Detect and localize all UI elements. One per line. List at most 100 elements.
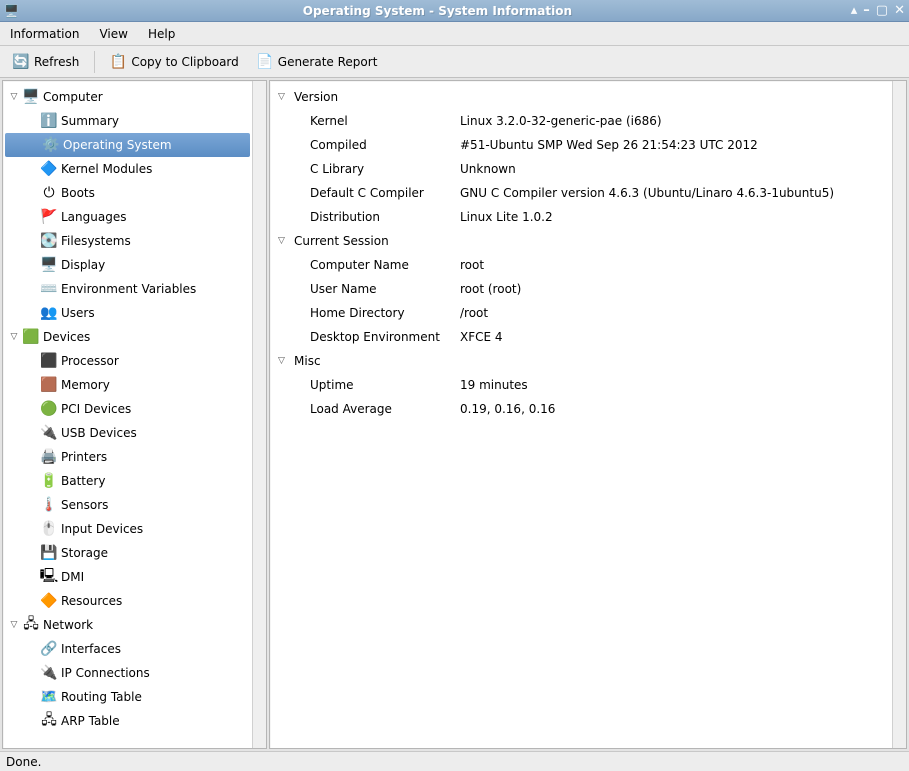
tree-dmi[interactable]: 🖳 DMI (3, 565, 252, 589)
tree-filesystems[interactable]: 💽 Filesystems (3, 229, 252, 253)
tree-languages[interactable]: 🚩 Languages (3, 205, 252, 229)
scrollbar[interactable] (252, 81, 266, 748)
tree-label: Kernel Modules (59, 162, 152, 176)
value: XFCE 4 (460, 330, 892, 344)
key: Computer Name (310, 258, 460, 272)
collapse-icon: ▽ (278, 356, 294, 366)
value: Linux Lite 1.0.2 (460, 210, 892, 224)
tree-label: USB Devices (59, 426, 137, 440)
window-titlebar: 🖥️ Operating System - System Information… (0, 0, 909, 22)
row-compiled[interactable]: Compiled #51-Ubuntu SMP Wed Sep 26 21:54… (270, 133, 892, 157)
app-icon: 🖥️ (4, 4, 24, 18)
minimize-button[interactable]: – (863, 4, 870, 17)
network-icon: 🖧 (21, 613, 41, 637)
tree-arp-table[interactable]: 🖧 ARP Table (3, 709, 252, 733)
printer-icon: 🖨️ (39, 449, 59, 465)
tree-ip-connections[interactable]: 🔌 IP Connections (3, 661, 252, 685)
battery-icon: 🔋 (39, 473, 59, 489)
tree-display[interactable]: 🖥️ Display (3, 253, 252, 277)
value: root (root) (460, 282, 892, 296)
tree-routing-table[interactable]: 🗺️ Routing Table (3, 685, 252, 709)
tree-label: Routing Table (59, 690, 142, 704)
value: #51-Ubuntu SMP Wed Sep 26 21:54:23 UTC 2… (460, 138, 892, 152)
tree-sensors[interactable]: 🌡️ Sensors (3, 493, 252, 517)
row-desktop-environment[interactable]: Desktop Environment XFCE 4 (270, 325, 892, 349)
navigation-tree[interactable]: ▽ 🖥️ Computer ℹ️ Summary ⚙️ Operating Sy… (3, 81, 252, 748)
row-computer-name[interactable]: Computer Name root (270, 253, 892, 277)
key: Home Directory (310, 306, 460, 320)
key: User Name (310, 282, 460, 296)
tree-usb-devices[interactable]: 🔌 USB Devices (3, 421, 252, 445)
menubar: Information View Help (0, 22, 909, 46)
info-icon: ℹ️ (39, 113, 59, 129)
value: Linux 3.2.0-32-generic-pae (i686) (460, 114, 892, 128)
tree-pci-devices[interactable]: 🟢 PCI Devices (3, 397, 252, 421)
refresh-button[interactable]: 🔄 Refresh (6, 50, 86, 74)
tree-processor[interactable]: ⬛ Processor (3, 349, 252, 373)
row-kernel[interactable]: Kernel Linux 3.2.0-32-generic-pae (i686) (270, 109, 892, 133)
content-area: ▽ 🖥️ Computer ℹ️ Summary ⚙️ Operating Sy… (0, 78, 909, 751)
usb-icon: 🔌 (39, 425, 59, 441)
row-clibrary[interactable]: C Library Unknown (270, 157, 892, 181)
disk-icon: 💽 (39, 233, 59, 249)
tree-interfaces[interactable]: 🔗 Interfaces (3, 637, 252, 661)
expander-icon: ▽ (7, 332, 21, 342)
clipboard-icon: 📋 (110, 54, 126, 70)
tree-network[interactable]: ▽ 🖧 Network (3, 613, 252, 637)
generate-report-button[interactable]: 📄 Generate Report (250, 50, 385, 74)
copy-button[interactable]: 📋 Copy to Clipboard (103, 50, 245, 74)
tree-printers[interactable]: 🖨️ Printers (3, 445, 252, 469)
row-user-name[interactable]: User Name root (root) (270, 277, 892, 301)
tree-input-devices[interactable]: 🖱️ Input Devices (3, 517, 252, 541)
tree-storage[interactable]: 💾 Storage (3, 541, 252, 565)
scrollbar[interactable] (892, 81, 906, 748)
row-uptime[interactable]: Uptime 19 minutes (270, 373, 892, 397)
tree-label: Users (59, 306, 95, 320)
thermometer-icon: 🌡️ (39, 497, 59, 513)
menu-view[interactable]: View (95, 25, 131, 43)
refresh-label: Refresh (34, 55, 79, 69)
menu-information[interactable]: Information (6, 25, 83, 43)
tree-label: DMI (59, 570, 84, 584)
key: Desktop Environment (310, 330, 460, 344)
value: 0.19, 0.16, 0.16 (460, 402, 892, 416)
interface-icon: 🔗 (39, 641, 59, 657)
tree-memory[interactable]: 🟫 Memory (3, 373, 252, 397)
close-button[interactable]: ✕ (894, 4, 905, 17)
cpu-icon: ⬛ (39, 353, 59, 369)
section-current-session[interactable]: ▽ Current Session (270, 229, 892, 253)
chip-icon: 🟩 (21, 329, 41, 345)
tree-operating-system[interactable]: ⚙️ Operating System (5, 133, 250, 157)
section-misc[interactable]: ▽ Misc (270, 349, 892, 373)
gear-icon: ⚙️ (41, 137, 61, 153)
tree-computer[interactable]: ▽ 🖥️ Computer (3, 85, 252, 109)
report-icon: 📄 (257, 54, 273, 70)
tree-environment-variables[interactable]: ⌨️ Environment Variables (3, 277, 252, 301)
menu-help[interactable]: Help (144, 25, 179, 43)
tree-label: Sensors (59, 498, 108, 512)
collapse-icon: ▽ (278, 92, 294, 102)
toolbar: 🔄 Refresh 📋 Copy to Clipboard 📄 Generate… (0, 46, 909, 78)
shade-button[interactable]: ▴ (851, 4, 858, 17)
tree-devices[interactable]: ▽ 🟩 Devices (3, 325, 252, 349)
tree-users[interactable]: 👥 Users (3, 301, 252, 325)
plug-icon: 🔌 (39, 665, 59, 681)
row-distribution[interactable]: Distribution Linux Lite 1.0.2 (270, 205, 892, 229)
statusbar: Done. (0, 751, 909, 771)
users-icon: 👥 (39, 305, 59, 321)
row-home-directory[interactable]: Home Directory /root (270, 301, 892, 325)
route-icon: 🗺️ (39, 689, 59, 705)
tree-kernel-modules[interactable]: 🔷 Kernel Modules (3, 157, 252, 181)
tree-label: Battery (59, 474, 105, 488)
expander-icon: ▽ (7, 620, 21, 630)
section-version[interactable]: ▽ Version (270, 85, 892, 109)
row-compiler[interactable]: Default C Compiler GNU C Compiler versio… (270, 181, 892, 205)
tree-boots[interactable]: ⏻ Boots (3, 181, 252, 205)
tree-resources[interactable]: 🔶 Resources (3, 589, 252, 613)
tree-summary[interactable]: ℹ️ Summary (3, 109, 252, 133)
row-load-average[interactable]: Load Average 0.19, 0.16, 0.16 (270, 397, 892, 421)
tree-battery[interactable]: 🔋 Battery (3, 469, 252, 493)
maximize-button[interactable]: ▢ (876, 4, 888, 17)
mouse-icon: 🖱️ (39, 521, 59, 537)
details-list[interactable]: ▽ Version Kernel Linux 3.2.0-32-generic-… (270, 81, 892, 748)
